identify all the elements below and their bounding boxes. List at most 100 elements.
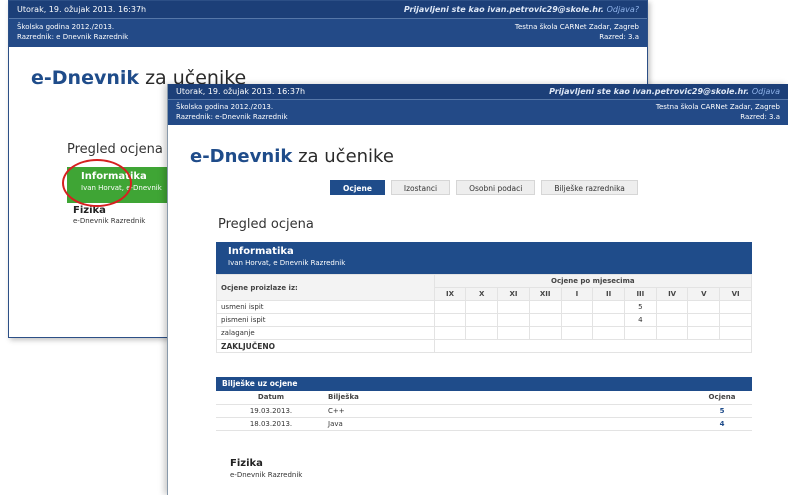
note-text: Java: [326, 417, 692, 431]
subject-teacher: e-Dnevnik Razrednik: [230, 471, 303, 479]
subject-name: Informatika: [228, 246, 294, 257]
grade-cell: [655, 326, 689, 340]
grades-header-row-1: Ocjene proizlaze iz: Ocjene po mjesecima: [216, 274, 753, 301]
grade-cell: [592, 313, 625, 327]
tab-biljeske-razrednika[interactable]: Bilješke razrednika: [541, 180, 638, 195]
month-header: V: [687, 287, 721, 301]
grade-cell: [560, 326, 594, 340]
back-login-text: Prijavljeni ste kao ivan.petrovic29@skol…: [403, 5, 604, 14]
front-school-year: Školska godina 2012./2013.: [176, 103, 274, 111]
grade-cell: [719, 313, 752, 327]
tab-izostanci[interactable]: Izostanci: [390, 180, 451, 195]
subject-item-fizika[interactable]: Fizika e-Dnevnik Razrednik: [230, 458, 302, 479]
grades-panel: Informatika Ivan Horvat, e Dnevnik Razre…: [216, 242, 753, 353]
month-header: IV: [655, 287, 689, 301]
subject-name: Fizika: [230, 458, 263, 469]
grade-cell: [528, 313, 562, 327]
grade-cell: [433, 300, 467, 314]
month-header: XI: [497, 287, 530, 301]
back-datetime: Utorak, 19. ožujak 2013. 16:37h: [17, 5, 147, 14]
back-login-status: Prijavljeni ste kao ivan.petrovic29@skol…: [404, 5, 639, 14]
grade-source-label: zalaganje: [216, 326, 435, 340]
grade-cell: [433, 326, 467, 340]
final-grade-cell: [433, 339, 753, 353]
month-header: VI: [719, 287, 752, 301]
month-header: IX: [433, 287, 467, 301]
notes-grade-header: Ocjena: [692, 391, 752, 405]
back-subject-name: Fizika: [73, 205, 106, 216]
front-datetime: Utorak, 19. ožujak 2013. 16:37h: [176, 87, 306, 96]
table-row-final: ZAKLJUČENO: [216, 339, 753, 353]
grade-cell: [497, 300, 530, 314]
back-subject-item-fizika[interactable]: Fizika e-Dnevnik Razrednik: [73, 205, 145, 225]
grade-cell: [592, 300, 625, 314]
grade-cell: [465, 313, 499, 327]
back-app-title-strong: e-Dnevnik: [31, 67, 140, 89]
note-text: C++: [326, 404, 692, 418]
front-school-name: Testna škola CARNet Zadar, Zagreb: [655, 103, 780, 111]
notes-note-header: Bilješka: [326, 391, 692, 405]
back-school-name: Testna škola CARNet Zadar, Zagreb: [514, 23, 639, 31]
grade-cell: [433, 313, 467, 327]
back-class: Razred: 3.a: [599, 33, 639, 41]
table-row: 18.03.2013. Java 4: [216, 417, 752, 431]
back-class-teacher: Razrednik: e Dnevnik Razrednik: [17, 33, 129, 41]
front-section-title: Pregled ocjena: [218, 217, 314, 232]
table-row: pismeni ispit 4: [216, 313, 752, 327]
tab-osobni-podaci[interactable]: Osobni podaci: [456, 180, 536, 195]
grade-notes-table: Datum Bilješka Ocjena 19.03.2013. C++ 5 …: [216, 391, 752, 431]
back-school-year: Školska godina 2012./2013.: [17, 23, 115, 31]
table-row: usmeni ispit 5: [216, 300, 752, 314]
month-header: III: [624, 287, 657, 301]
back-info-bar: Školska godina 2012./2013. Razrednik: e …: [9, 19, 647, 47]
grade-cell: [655, 300, 689, 314]
note-date: 18.03.2013.: [216, 417, 326, 431]
tab-ocjene[interactable]: Ocjene: [330, 180, 385, 195]
front-login-text: Prijavljeni ste kao ivan.petrovic29@skol…: [549, 87, 750, 96]
back-logout-link[interactable]: Odjava?: [607, 5, 639, 14]
subject-teacher: Ivan Horvat, e Dnevnik Razrednik: [228, 259, 346, 267]
red-highlight-circle: [62, 159, 132, 207]
grades-table: Ocjene proizlaze iz: Ocjene po mjesecima…: [216, 274, 753, 353]
grade-cell: [719, 300, 752, 314]
grade-cell: 4: [624, 313, 657, 327]
front-app-title: e-Dnevnik za učenike: [190, 146, 394, 167]
month-header: I: [560, 287, 594, 301]
notes-header-row: Datum Bilješka Ocjena: [216, 391, 752, 405]
month-header: X: [465, 287, 499, 301]
grade-source-label: pismeni ispit: [216, 313, 435, 327]
grade-source-label: usmeni ispit: [216, 300, 435, 314]
month-header: II: [592, 287, 625, 301]
grade-cell: [497, 326, 530, 340]
grade-cell: [560, 313, 594, 327]
grade-cell: [528, 300, 562, 314]
grade-cell: [687, 326, 721, 340]
grades-source-header: Ocjene proizlaze iz:: [216, 274, 435, 301]
grade-cell: [687, 300, 721, 314]
front-info-bar: Školska godina 2012./2013. Razrednik: e-…: [168, 100, 788, 125]
grade-cell: [497, 313, 530, 327]
notes-date-header: Datum: [216, 391, 326, 405]
grade-cell: [624, 326, 657, 340]
note-grade: 4: [692, 417, 752, 431]
front-logout-link[interactable]: Odjava: [752, 87, 780, 96]
subject-header: Informatika Ivan Horvat, e Dnevnik Razre…: [216, 242, 752, 274]
note-date: 19.03.2013.: [216, 404, 326, 418]
back-subject-teacher: e-Dnevnik Razrednik: [73, 217, 146, 225]
back-top-bar: Utorak, 19. ožujak 2013. 16:37h Prijavlj…: [9, 1, 647, 19]
table-row: 19.03.2013. C++ 5: [216, 404, 752, 418]
grade-cell: [719, 326, 752, 340]
grades-by-month-header: Ocjene po mjesecima: [433, 274, 753, 288]
grade-cell: [465, 300, 499, 314]
grade-cell: [592, 326, 625, 340]
back-section-title: Pregled ocjena: [67, 142, 163, 157]
grade-cell: 5: [624, 300, 657, 314]
note-grade: 5: [692, 404, 752, 418]
grade-cell: [687, 313, 721, 327]
grade-cell: [655, 313, 689, 327]
grade-cell: [560, 300, 594, 314]
front-login-status: Prijavljeni ste kao ivan.petrovic29@skol…: [549, 87, 780, 96]
grade-cell: [465, 326, 499, 340]
grade-notes-title: Bilješke uz ocjene: [216, 377, 752, 391]
front-app-title-strong: e-Dnevnik: [190, 146, 293, 167]
